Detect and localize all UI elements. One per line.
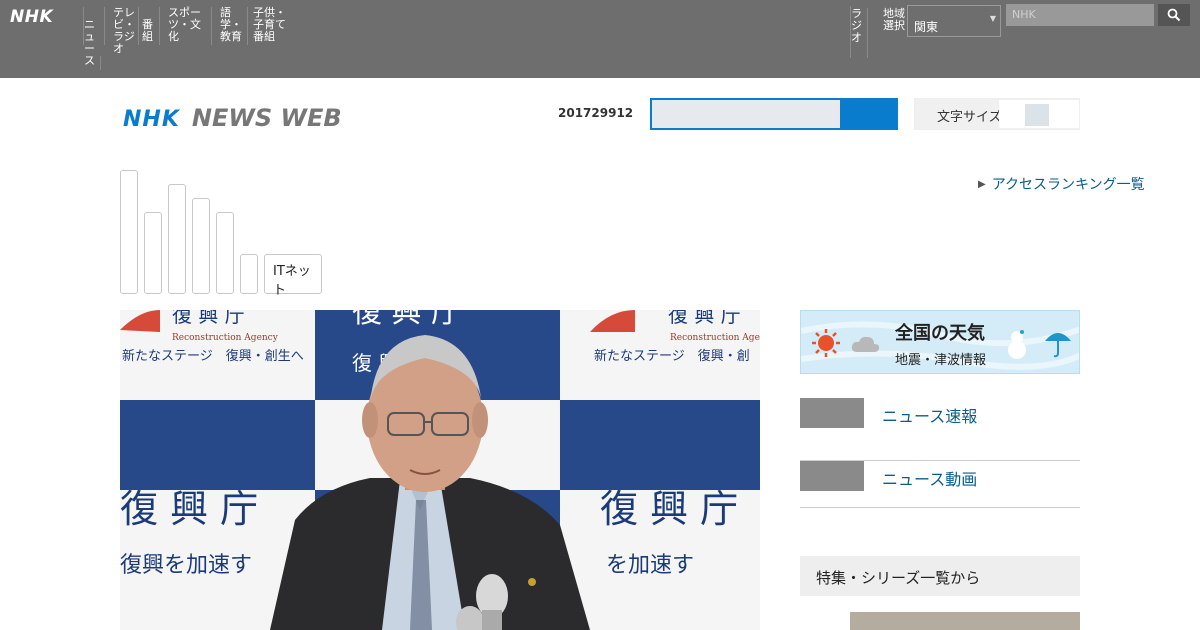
font-size-toggle: 文字サイズ xyxy=(914,98,1080,130)
sidebar-section-header: 特集・シリーズ一覧から xyxy=(800,556,1080,596)
site-search-input[interactable] xyxy=(650,98,842,130)
sidebar-link-breaking-news[interactable]: ニュース速報 xyxy=(800,398,1080,461)
backdrop-text-1: 復 興 庁 xyxy=(172,310,245,327)
weather-subtitle: 地震・津波情報 xyxy=(895,353,987,368)
nav-item-label: 番組 xyxy=(142,18,153,43)
backdrop-text-7: Reconstruction Agen xyxy=(670,333,760,343)
category-tab-weather[interactable] xyxy=(144,212,162,294)
backdrop-text-4: 復 興 庁 xyxy=(352,310,461,330)
nav-item-kids[interactable]: 子供・子育て番組 xyxy=(247,7,297,45)
category-tab-society[interactable] xyxy=(120,170,138,294)
nav-item-tv-radio[interactable]: テレビ・ラジオ xyxy=(104,7,138,55)
nav-item-label: 子供・子育て番組 xyxy=(253,6,286,43)
press-conference-image: 復 興 庁 Reconstruction Agency 新たなステージ 復興・創… xyxy=(120,310,760,630)
global-nav: ニュース テレビ・ラジオ 番組 スポーツ・文化 語学・教育 子供・子育て番組 xyxy=(83,7,297,67)
sidebar-feature-thumbnail[interactable] xyxy=(850,612,1080,630)
category-tab-politics[interactable] xyxy=(192,198,210,294)
sidebar-link-thumbnail xyxy=(800,398,864,428)
sidebar-link-news-video[interactable]: ニュース動画 xyxy=(800,461,1080,508)
cloud-icon xyxy=(851,336,880,352)
nav-item-programs[interactable]: 番組 xyxy=(138,7,159,45)
nav-item-label: 語学・教育 xyxy=(220,6,242,43)
nav-item-label: スポーツ・文化 xyxy=(168,6,201,43)
sidebar-section-title: 特集・シリーズ一覧から xyxy=(816,569,981,587)
global-header: NHK ニュース テレビ・ラジオ 番組 スポーツ・文化 語学・教育 子供・子育て… xyxy=(0,0,1200,78)
umbrella-icon xyxy=(1045,333,1071,358)
main-news-photo[interactable]: 復 興 庁 Reconstruction Agency 新たなステージ 復興・創… xyxy=(120,310,760,630)
triangle-right-icon: ▶ xyxy=(978,178,986,190)
weather-title: 全国の天気 xyxy=(895,323,985,344)
ranking-link-label: アクセスランキング一覧 xyxy=(991,177,1145,193)
search-icon xyxy=(1167,8,1181,22)
backdrop-text-11: 復興を加速す xyxy=(120,553,252,578)
header-link-region[interactable]: 地域選択 xyxy=(867,8,905,58)
backdrop-text-10: 復 興 庁 xyxy=(600,487,738,531)
font-size-label: 文字サイズ xyxy=(937,110,1002,125)
nav-item-label: テレビ・ラジオ xyxy=(113,6,135,55)
nav-item-news[interactable]: ニュース xyxy=(83,7,104,67)
backdrop-text-8: 新たなステージ 復興・創 xyxy=(594,348,750,364)
nav-divider xyxy=(100,56,101,70)
backdrop-text-9: 復 興 庁 xyxy=(120,487,258,531)
site-search-button[interactable] xyxy=(840,98,898,130)
category-tab-science[interactable] xyxy=(168,184,186,294)
category-tab-it[interactable]: ITネット xyxy=(264,254,322,298)
sidebar-link-label: ニュース速報 xyxy=(882,407,978,426)
chevron-down-icon: ▼ xyxy=(989,14,996,23)
weather-banner[interactable]: 全国の天気 地震・津波情報 xyxy=(800,310,1080,374)
header-link-radio[interactable]: ラジオ xyxy=(850,6,867,58)
backdrop-text-2: Reconstruction Agency xyxy=(172,333,279,343)
backdrop-text-3: 新たなステージ 復興・創生へ xyxy=(122,348,304,364)
nhk-logo[interactable]: NHK xyxy=(10,7,53,27)
sun-icon xyxy=(812,329,840,357)
snowman-icon xyxy=(1008,330,1026,359)
date-label: 201729912 xyxy=(558,106,634,120)
nhk-search-placeholder: NHK xyxy=(1012,8,1036,21)
backdrop-text-6: 復 興 庁 xyxy=(668,310,741,327)
category-tab-business[interactable] xyxy=(216,212,234,294)
news-web-logo[interactable]: NHK NEWS WEB xyxy=(123,104,342,132)
news-web-logo-text: NEWS WEB xyxy=(191,104,342,132)
nhk-search-input[interactable]: NHK xyxy=(1006,4,1154,26)
nav-item-sports-culture[interactable]: スポーツ・文化 xyxy=(159,7,211,45)
region-select-value: 関東 xyxy=(914,20,939,34)
font-size-switch[interactable] xyxy=(999,100,1079,128)
category-tab-international[interactable] xyxy=(240,254,258,294)
nav-item-label: ニュース xyxy=(84,18,95,67)
sidebar-link-thumbnail xyxy=(800,461,864,491)
region-select[interactable]: 関東 ▼ xyxy=(907,5,1001,37)
news-web-logo-nhk: NHK xyxy=(123,107,180,132)
nhk-search-button[interactable] xyxy=(1158,4,1190,26)
sidebar-link-label: ニュース動画 xyxy=(882,470,978,489)
font-size-switch-knob[interactable] xyxy=(1025,104,1049,126)
backdrop-text-12: を加速す xyxy=(606,553,694,578)
ranking-link[interactable]: ▶ アクセスランキング一覧 xyxy=(978,174,1145,194)
nav-item-language-education[interactable]: 語学・教育 xyxy=(211,7,247,45)
